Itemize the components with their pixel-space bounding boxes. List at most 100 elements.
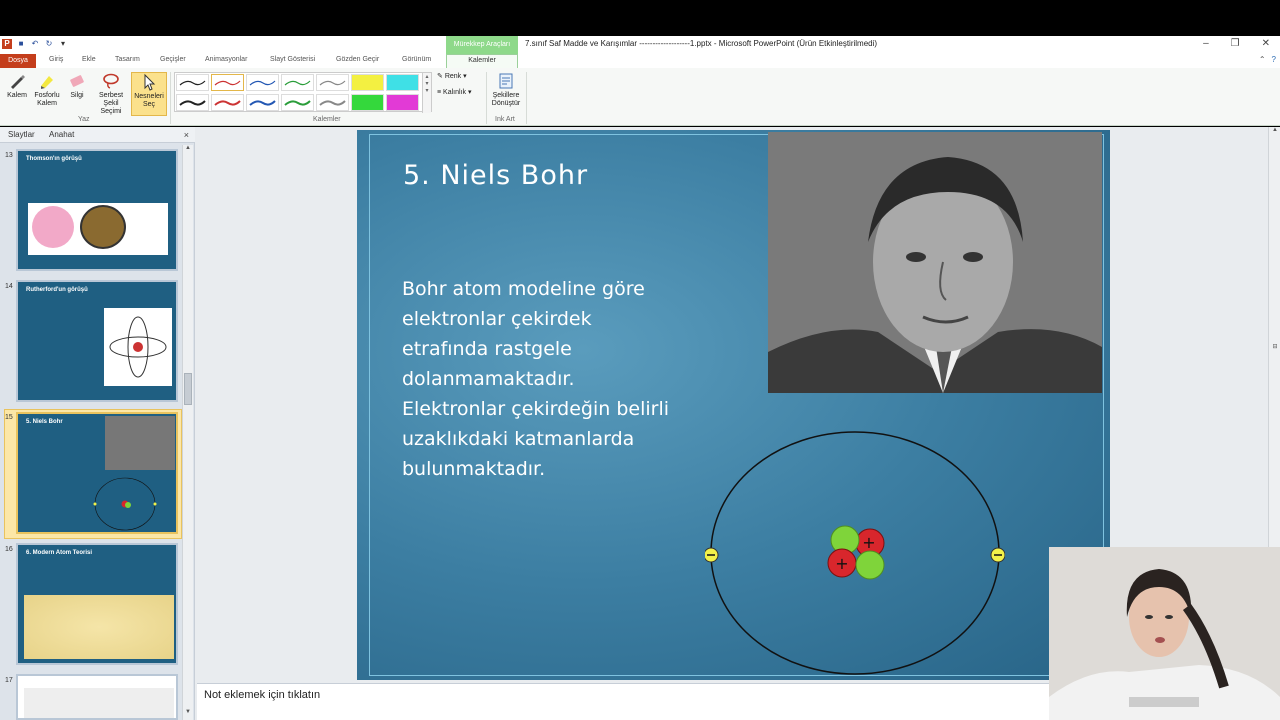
tab-gozden-gecir[interactable]: Gözden Geçir xyxy=(336,56,379,63)
slide-number: 17 xyxy=(5,677,13,684)
pen-style-black[interactable] xyxy=(176,74,209,91)
scroll-down-icon[interactable]: ▼ xyxy=(184,709,192,715)
pen-stroke-icon xyxy=(249,100,276,106)
highlighter-cyan[interactable] xyxy=(386,74,419,91)
redo-icon[interactable]: ↻ xyxy=(44,39,54,49)
highlighter-green[interactable] xyxy=(351,94,384,111)
tab-dosya[interactable]: Dosya xyxy=(0,54,36,68)
group-label-kalemler: Kalemler xyxy=(313,116,341,123)
tab-kalemler[interactable]: Kalemler xyxy=(446,54,518,68)
electron-right-icon xyxy=(990,547,1005,563)
pen-gallery: ▴ ▾ ▾ xyxy=(174,72,432,113)
slide-number: 13 xyxy=(5,152,13,159)
highlighter-icon xyxy=(41,76,53,89)
slide-title[interactable]: 5. Niels Bohr xyxy=(403,160,588,191)
pen-stroke-icon xyxy=(179,100,206,106)
notes-placeholder[interactable]: Not eklemek için tıklatın xyxy=(204,689,320,701)
serbest-sekil-secimi-button[interactable]: Serbest Şekil Seçimi xyxy=(94,72,128,116)
ribbon-separator xyxy=(170,72,171,124)
scroll-position-icon[interactable]: ⊟ xyxy=(1271,343,1279,350)
portrait-image xyxy=(768,132,1102,393)
help-area: ⌃ ? xyxy=(1259,55,1276,64)
cut-model-icon xyxy=(80,205,126,249)
tab-slaytlar[interactable]: Slaytlar xyxy=(8,130,35,139)
cursor-icon xyxy=(144,73,156,91)
pen-style-red[interactable] xyxy=(211,74,244,91)
help-icon[interactable]: ? xyxy=(1272,55,1276,64)
electron-left-icon xyxy=(705,547,719,563)
atom-orbit-icon xyxy=(109,316,167,378)
tab-animasyonlar[interactable]: Animasyonlar xyxy=(205,56,247,63)
pen-style-gray[interactable] xyxy=(316,74,349,91)
undo-icon[interactable]: ↶ xyxy=(30,39,40,49)
plum-pudding-icon xyxy=(32,206,74,248)
close-panel-icon[interactable]: × xyxy=(184,130,189,140)
niels-bohr-photo[interactable] xyxy=(768,132,1102,393)
fosforlu-kalem-button[interactable]: Fosforlu Kalem xyxy=(32,72,62,108)
tab-slayt-gosterisi[interactable]: Slayt Gösterisi xyxy=(270,56,315,63)
scroll-up-icon[interactable]: ▲ xyxy=(1271,127,1279,133)
pen-style-blue[interactable] xyxy=(246,74,279,91)
tab-gorunum[interactable]: Görünüm xyxy=(402,56,431,63)
tab-gecisler[interactable]: Geçişler xyxy=(160,56,186,63)
slide-thumbnail-14[interactable]: Rutherford'un görüşü xyxy=(16,280,178,402)
tab-ekle[interactable]: Ekle xyxy=(82,56,96,63)
notes-pane[interactable]: Not eklemek için tıklatın xyxy=(197,683,1050,720)
pen-style-gray-thick[interactable] xyxy=(316,94,349,111)
kalinlik-button[interactable]: ≡ Kalınlık ▾ xyxy=(437,88,471,96)
minimize-button[interactable]: – xyxy=(1203,38,1209,49)
slide-thumbnail-17[interactable] xyxy=(16,674,178,720)
minimize-ribbon-icon[interactable]: ⌃ xyxy=(1259,55,1266,64)
slide-body-text[interactable]: Bohr atom modeline göre elektronlar çeki… xyxy=(402,274,712,484)
main-scrollbar[interactable]: ▲ ⊟ xyxy=(1268,127,1280,547)
renk-button[interactable]: ✎ Renk ▾ xyxy=(437,72,467,80)
tab-anahat[interactable]: Anahat xyxy=(49,130,74,139)
pen-stroke-icon xyxy=(214,80,241,86)
thumb-image xyxy=(24,595,174,659)
quick-access-toolbar: P ■ ↶ ↻ ▾ xyxy=(2,39,68,49)
slide-thumbnail-15[interactable]: 5. Niels Bohr xyxy=(16,412,178,534)
slide-canvas[interactable]: 5. Niels Bohr Bohr atom modeline göre el… xyxy=(357,130,1110,680)
pen-style-black-thick[interactable] xyxy=(176,94,209,111)
kalem-button[interactable]: Kalem xyxy=(2,72,32,100)
window-controls: – ❐ ✕ xyxy=(1203,38,1270,49)
slide-thumbnail-13[interactable]: Thomson'ın görüşü xyxy=(16,149,178,271)
pen-stroke-icon xyxy=(319,100,346,106)
sekillere-donustur-button[interactable]: Şekillere Dönüştür xyxy=(488,72,524,108)
slide-thumbnail-16[interactable]: 6. Modern Atom Teorisi xyxy=(16,543,178,665)
highlighter-yellow[interactable] xyxy=(351,74,384,91)
save-icon[interactable]: ■ xyxy=(16,39,26,49)
scroll-up-icon[interactable]: ▲ xyxy=(184,145,192,151)
pen-style-green[interactable] xyxy=(281,74,314,91)
close-button[interactable]: ✕ xyxy=(1262,38,1270,49)
ribbon-tabs: Dosya Giriş Ekle Tasarım Geçişler Animas… xyxy=(0,54,1280,68)
svg-text:+: + xyxy=(862,533,875,552)
tab-tasarim[interactable]: Tasarım xyxy=(115,56,140,63)
restore-button[interactable]: ❐ xyxy=(1231,38,1240,49)
pen-style-red-thick[interactable] xyxy=(211,94,244,111)
group-label-yaz: Yaz xyxy=(78,116,90,123)
panel-scrollbar[interactable]: ▲ ▼ xyxy=(182,145,193,720)
slides-panel: Slaytlar Anahat × 13 Thomson'ın görüşü 1… xyxy=(0,127,195,720)
pen-style-green-thick[interactable] xyxy=(281,94,314,111)
ribbon-separator xyxy=(526,72,527,124)
slide-number: 15 xyxy=(5,414,13,421)
pen-style-blue-thick[interactable] xyxy=(246,94,279,111)
body-line: Bohr atom modeline göre xyxy=(402,278,645,300)
ribbon-kalemler: Kalem Fosforlu Kalem Silgi Serbest Şekil… xyxy=(0,68,1280,126)
thumb-atom-icon xyxy=(93,477,157,531)
tab-giris[interactable]: Giriş xyxy=(49,56,63,63)
powerpoint-logo-icon: P xyxy=(2,39,12,49)
nesneleri-sec-button[interactable]: Nesneleri Seç xyxy=(131,72,167,116)
pen-stroke-icon xyxy=(319,80,346,86)
customize-qat-icon[interactable]: ▾ xyxy=(58,39,68,49)
highlighter-magenta[interactable] xyxy=(386,94,419,111)
ink-tools-context-title: Mürekkep Araçları xyxy=(446,36,518,54)
pen-stroke-icon xyxy=(249,80,276,86)
thumb-photo xyxy=(105,416,175,470)
gallery-more-button[interactable]: ▴ ▾ ▾ xyxy=(422,73,431,113)
thumb-title: 5. Niels Bohr xyxy=(26,419,63,425)
scroll-thumb[interactable] xyxy=(184,373,192,405)
silgi-button[interactable]: Silgi xyxy=(62,72,92,100)
bohr-atom-diagram[interactable]: + + xyxy=(705,428,1005,678)
